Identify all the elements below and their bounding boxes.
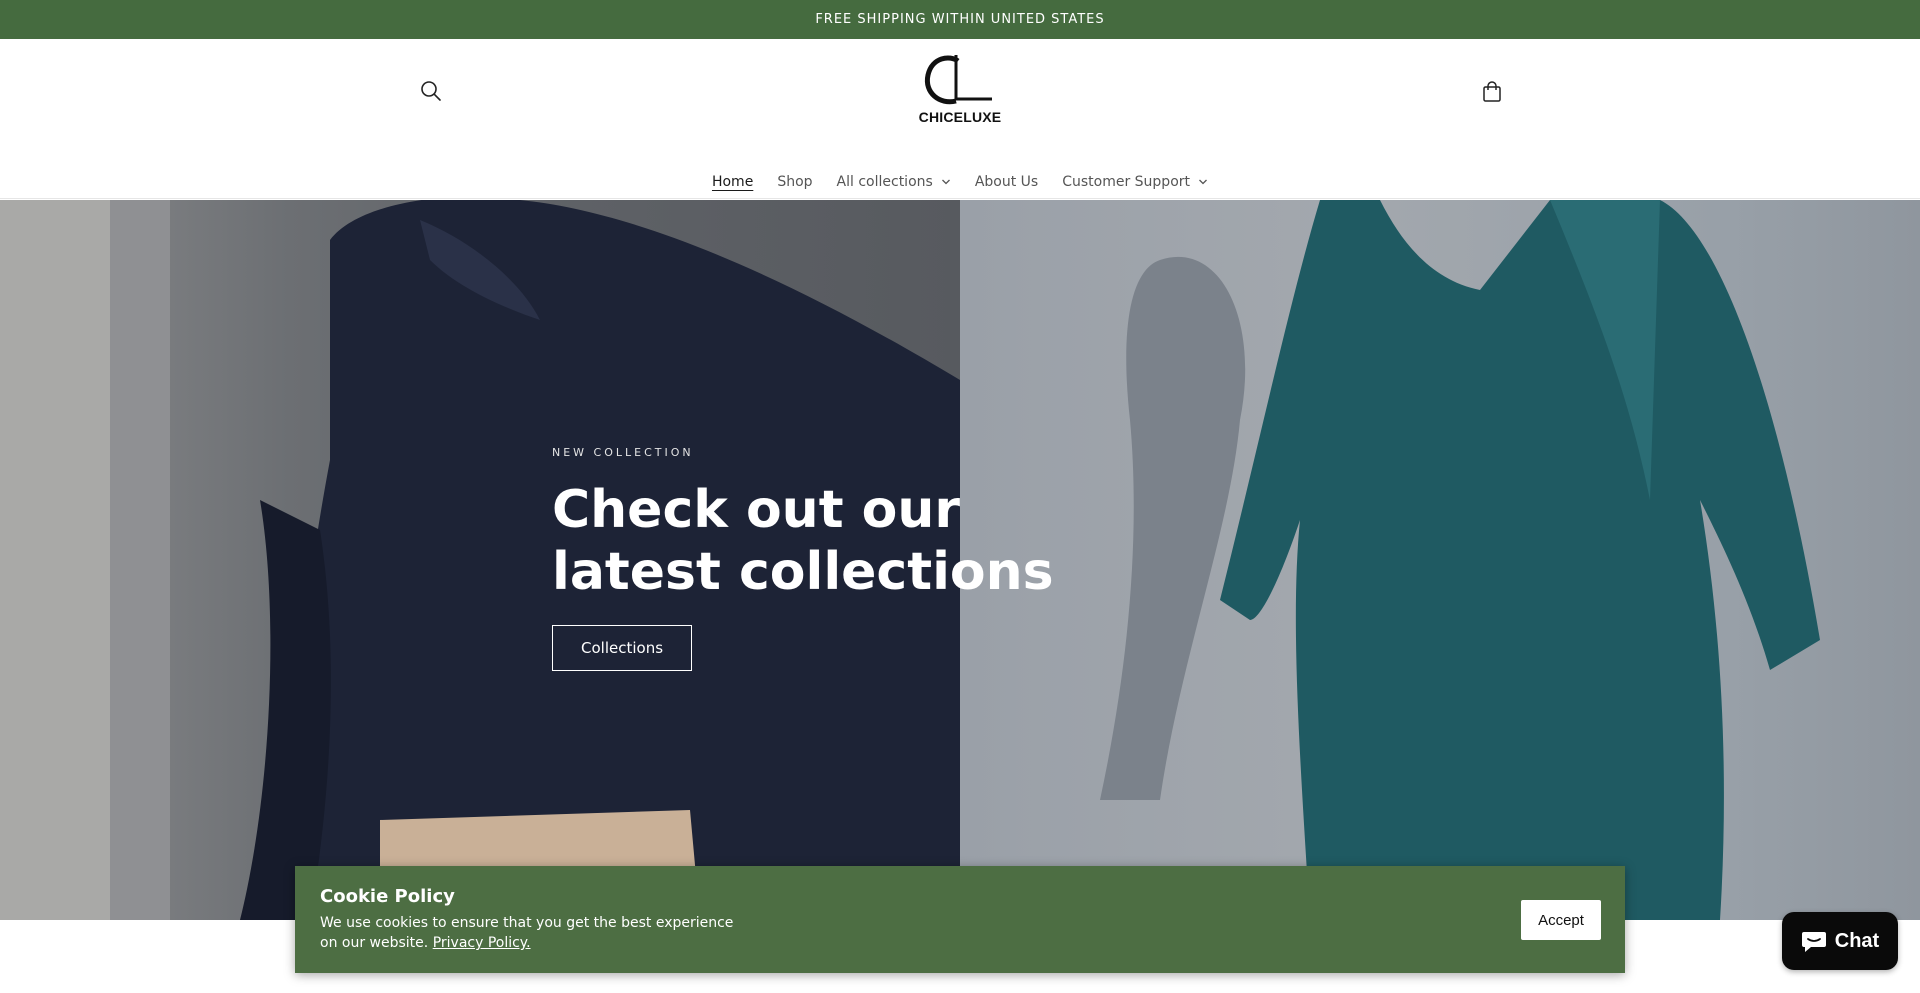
chat-bubble-icon (1801, 932, 1826, 952)
cookie-title: Cookie Policy (320, 886, 455, 907)
nav-item-label: Shop (777, 174, 813, 190)
search-button[interactable] (418, 78, 444, 104)
chat-label: Chat (1834, 929, 1880, 952)
announcement-text: FREE SHIPPING WITHIN UNITED STATES (815, 12, 1105, 27)
hero-title: Check out our latest collections (552, 480, 1054, 602)
search-icon (421, 81, 441, 101)
accept-cookies-button[interactable]: Accept (1521, 900, 1601, 940)
hero-banner: NEW COLLECTION Check out our latest coll… (0, 200, 1920, 920)
nav-item-customer-support[interactable]: Customer Support (1050, 174, 1220, 190)
nav-item-all-collections[interactable]: All collections (825, 174, 963, 190)
nav-item-label: All collections (836, 174, 933, 190)
privacy-policy-link[interactable]: Privacy Policy. (433, 935, 531, 951)
announcement-bar: FREE SHIPPING WITHIN UNITED STATES (0, 0, 1920, 39)
logo-text: CHICELUXE (918, 109, 1002, 125)
cookie-message-block: We use cookies to ensure that you get th… (320, 913, 740, 953)
nav-item-label: Customer Support (1062, 174, 1191, 190)
site-header: CHICELUXE Home Shop All collections Abou… (0, 39, 1920, 199)
cart-button[interactable] (1478, 78, 1506, 106)
main-navigation: Home Shop All collections About Us Custo… (0, 168, 1920, 196)
chevron-down-icon (941, 179, 950, 185)
logo-monogram (924, 55, 992, 105)
cookie-banner: Cookie Policy We use cookies to ensure t… (295, 866, 1625, 973)
nav-item-label: Home (711, 174, 754, 190)
site-logo[interactable]: CHICELUXE (910, 53, 1010, 131)
nav-item-label: About Us (974, 174, 1039, 190)
collections-button[interactable]: Collections (552, 625, 693, 671)
hero-eyebrow: NEW COLLECTION (552, 446, 694, 459)
nav-item-shop[interactable]: Shop (765, 174, 824, 190)
hero-content: NEW COLLECTION Check out our latest coll… (552, 446, 1112, 671)
shopping-bag-icon (1483, 81, 1501, 102)
nav-item-home[interactable]: Home (700, 174, 765, 190)
nav-item-about-us[interactable]: About Us (963, 174, 1050, 190)
chevron-down-icon (1199, 179, 1207, 185)
chat-button[interactable]: Chat (1782, 912, 1898, 970)
